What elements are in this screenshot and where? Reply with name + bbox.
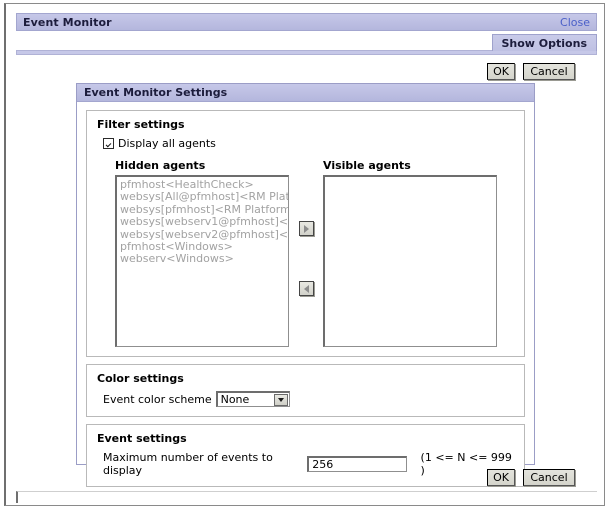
cancel-button-bottom[interactable]: Cancel: [523, 469, 575, 486]
event-monitor-window: Event Monitor Close Show Options OK Canc…: [4, 3, 605, 506]
window-titlebar: Event Monitor Close: [16, 13, 597, 31]
filter-settings-group: Filter settings Display all agents Hidde…: [86, 110, 525, 357]
list-item[interactable]: websys[webserv1@pfmhost]<RM Platform>: [119, 215, 288, 228]
list-item[interactable]: webserv<Windows>: [119, 253, 288, 266]
close-link[interactable]: Close: [560, 16, 590, 29]
bottom-button-row: OK Cancel: [16, 469, 597, 486]
hidden-agents-listbox[interactable]: pfmhost<HealthCheck> websys[All@pfmhost]<…: [115, 175, 289, 347]
top-button-row: OK Cancel: [16, 63, 597, 80]
event-color-scheme-select[interactable]: None: [215, 391, 290, 407]
chevron-down-icon[interactable]: [273, 393, 288, 406]
triangle-left-icon: [303, 284, 309, 293]
event-color-scheme-row: Event color scheme None: [103, 391, 514, 407]
color-settings-group: Color settings Event color scheme None: [86, 364, 525, 417]
event-monitor-settings-panel: Event Monitor Settings Filter settings D…: [76, 83, 535, 487]
display-all-agents-row[interactable]: Display all agents: [103, 137, 514, 150]
page-title: Event Monitor: [23, 15, 112, 29]
visible-agents-label: Visible agents: [323, 159, 411, 172]
ok-button-bottom[interactable]: OK: [487, 469, 515, 486]
options-bar: Show Options: [16, 34, 597, 55]
show-options-tab[interactable]: Show Options: [491, 34, 597, 51]
color-settings-title: Color settings: [97, 372, 184, 385]
filter-settings-title: Filter settings: [97, 118, 185, 131]
settings-panel-title: Event Monitor Settings: [77, 84, 534, 102]
hidden-agents-column: Hidden agents pfmhost<HealthCheck> websys…: [115, 159, 289, 347]
hidden-agents-label: Hidden agents: [115, 159, 206, 172]
visible-agents-listbox[interactable]: [323, 175, 497, 347]
window-content: Event Monitor Close Show Options OK Canc…: [6, 4, 604, 505]
settings-panel-body: Filter settings Display all agents Hidde…: [77, 102, 534, 503]
triangle-right-icon: [303, 224, 309, 233]
ok-button-top[interactable]: OK: [487, 63, 515, 80]
move-right-button[interactable]: [298, 221, 314, 236]
cancel-button-top[interactable]: Cancel: [523, 63, 575, 80]
event-color-scheme-label: Event color scheme: [103, 392, 212, 406]
list-item[interactable]: websys[All@pfmhost]<RM Platform>: [119, 190, 288, 203]
agent-transfer-control: Hidden agents pfmhost<HealthCheck> websys…: [115, 159, 514, 347]
window-bottom-region: [16, 491, 597, 503]
display-all-agents-label: Display all agents: [118, 137, 216, 150]
display-all-agents-checkbox[interactable]: [103, 138, 114, 149]
move-left-button[interactable]: [298, 281, 314, 296]
transfer-button-column: [289, 159, 323, 296]
event-color-scheme-value: None: [220, 393, 250, 406]
visible-agents-column: Visible agents: [323, 159, 497, 347]
event-settings-title: Event settings: [97, 432, 187, 445]
